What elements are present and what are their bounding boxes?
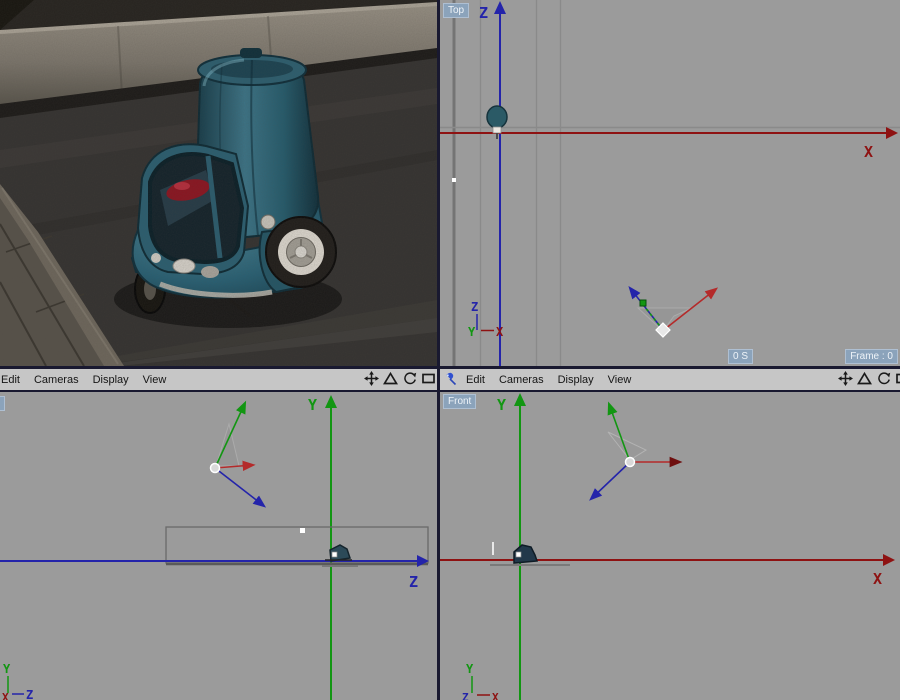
mini-axis-up-label: Z [471,300,478,314]
film-grain [0,0,437,366]
vertex-handle[interactable] [452,178,456,182]
mini-axis-right-label: X [496,325,504,339]
y-axis-arrow [325,395,337,408]
menu-cameras[interactable]: Cameras [499,374,544,386]
front-viewport[interactable]: Y X Y Z [440,392,900,700]
mini-axis-indicator: Y X Z [2,662,33,700]
camera-viewport[interactable]: Y Z [0,392,437,700]
gizmo-z-arrow[interactable] [591,462,630,499]
mini-axis-right-label: Z [26,688,33,700]
maximize-viewport-icon[interactable] [421,371,436,386]
menu-edit[interactable]: Edit [466,374,485,386]
gizmo-y-arrow[interactable] [609,404,630,462]
pushpin-icon [443,372,459,387]
bounding-rectangle[interactable] [166,527,428,563]
transform-gizmo[interactable] [211,403,265,506]
toolbar-bottom-border [0,390,900,392]
scooter-top-marker[interactable] [487,106,507,139]
mini-axis-right-label: X [492,691,499,700]
mini-axis-origin-label: X [2,691,9,700]
gizmo-y-handle[interactable] [640,300,646,306]
menu-view[interactable]: View [143,374,167,386]
move-icon[interactable] [838,371,853,386]
transform-gizmo[interactable] [591,404,680,499]
horizontal-splitter[interactable] [0,366,900,369]
pane-label-top: Top [443,3,469,18]
x-axis-arrow [883,554,895,566]
z-axis-label: Z [479,4,488,22]
vertex-handle[interactable] [300,528,305,533]
render-viewport[interactable] [0,0,437,366]
mini-axis-origin-label: Z [462,691,469,700]
menu-cameras[interactable]: Cameras [34,374,79,386]
menu-edit[interactable]: Edit [1,374,20,386]
scale-icon[interactable] [383,371,398,386]
pane-label-front: Front [443,394,476,409]
z-axis-label: Z [409,573,418,591]
menu-display[interactable]: Display [93,374,129,386]
app-window: Z X Z [0,0,900,700]
mini-axis-indicator: Z Y X [468,300,504,339]
vertical-splitter[interactable] [437,0,440,700]
x-axis-label: X [864,143,873,161]
mini-axis-up-label: Y [3,662,11,676]
menu-display[interactable]: Display [558,374,594,386]
menu-view[interactable]: View [608,374,632,386]
pane-label-clipped [0,396,5,411]
y-axis-label: Y [308,396,317,414]
camera-view-menubar: Edit Cameras Display View [0,369,438,390]
time-badge: 0 S [728,349,753,364]
scooter-render-scene [0,0,437,366]
rotate-icon[interactable] [402,371,417,386]
gizmo-z-arrow[interactable] [215,468,264,506]
rotate-icon[interactable] [876,371,891,386]
gizmo-origin[interactable] [211,464,220,473]
maximize-viewport-icon[interactable] [895,371,900,386]
z-axis-arrow [494,1,506,14]
transform-gizmo[interactable] [630,288,716,337]
y-axis-arrow [514,393,526,406]
scooter-front-marker[interactable] [490,542,570,565]
mini-axis-indicator: Y Z X [462,662,499,700]
front-view-menubar: Edit Cameras Display View [440,369,900,390]
top-viewport[interactable]: Z X Z [440,0,900,366]
move-icon[interactable] [364,371,379,386]
y-axis-label: Y [497,396,506,414]
mini-axis-up-label: Y [466,662,474,676]
mini-axis-origin-label: Y [468,325,476,339]
scale-icon[interactable] [857,371,872,386]
gizmo-origin[interactable] [626,458,635,467]
x-axis-arrow [886,127,898,139]
x-axis-label: X [873,570,882,588]
frame-badge: Frame : 0 [845,349,898,364]
